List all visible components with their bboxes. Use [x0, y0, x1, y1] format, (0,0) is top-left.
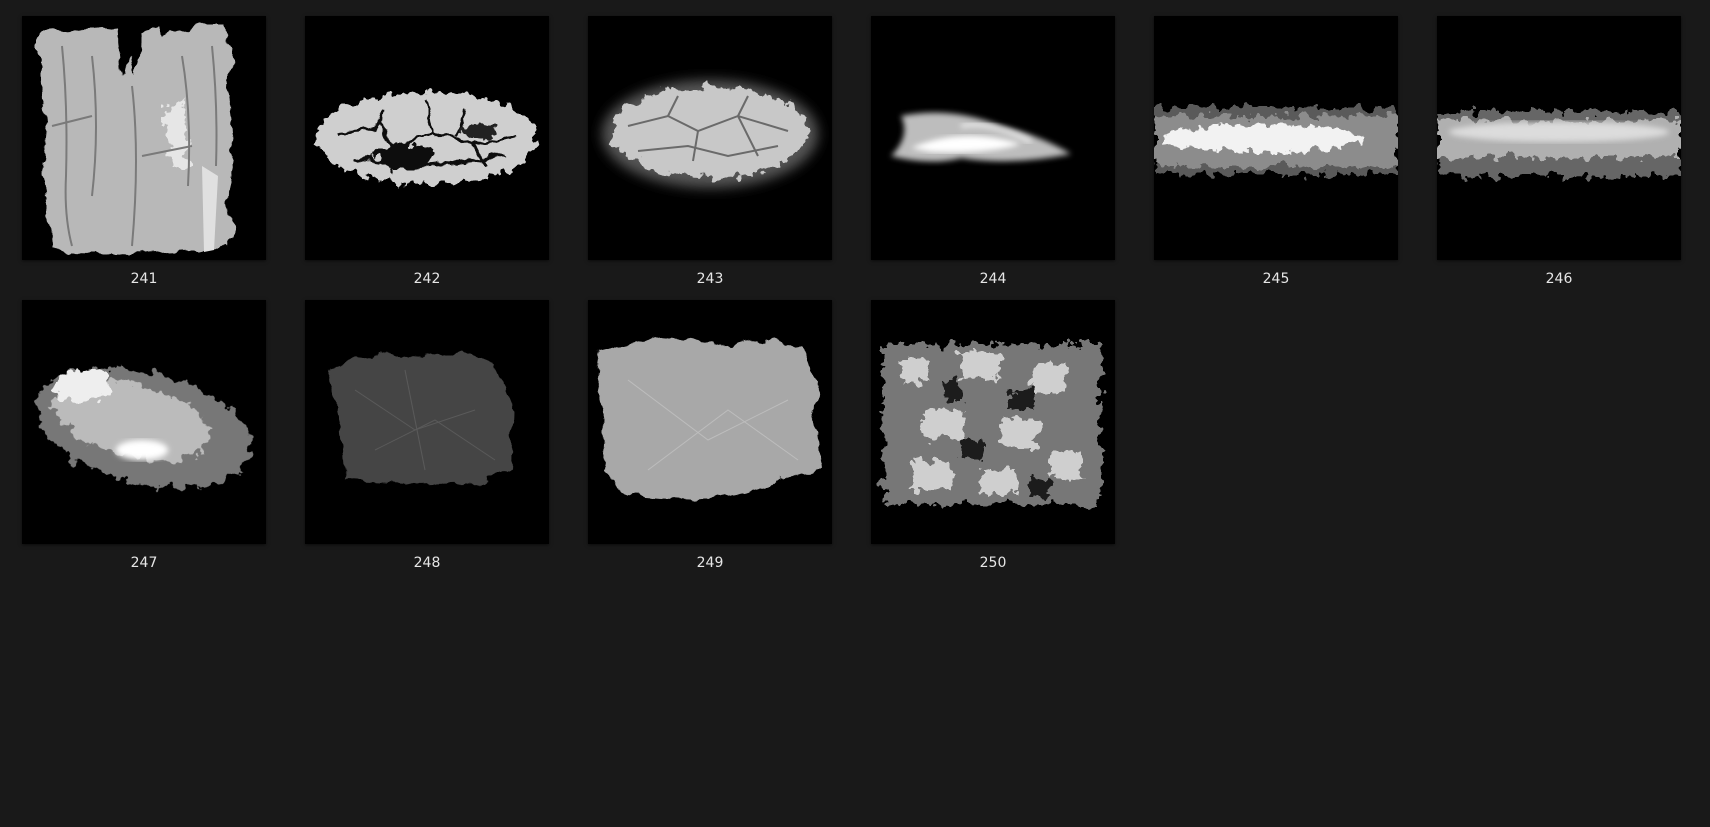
dark-paper-texture [305, 300, 549, 544]
cracked-mud-texture [305, 16, 549, 260]
thumbnail-item[interactable]: 241 [22, 16, 266, 296]
thumbnail-item[interactable]: 242 [305, 16, 549, 296]
thumbnail-item[interactable]: 245 [1154, 16, 1398, 296]
thumbnail-label: 248 [413, 555, 441, 571]
thumbnail-item[interactable]: 247 [22, 300, 266, 580]
thumbnail-item[interactable]: 246 [1437, 16, 1681, 296]
thumbnail-label: 246 [1545, 271, 1573, 287]
light-paper-texture [588, 300, 832, 544]
thumbnail-label: 242 [413, 271, 441, 287]
foam-strip-texture [1437, 16, 1681, 260]
thumbnail-label: 245 [1262, 271, 1290, 287]
thumbnail-label: 243 [696, 271, 724, 287]
smoke-streak-texture [871, 16, 1115, 260]
thumbnail-label: 250 [979, 555, 1007, 571]
thumbnail-label: 241 [130, 271, 158, 287]
thumbnail-label: 247 [130, 555, 158, 571]
grunge-strip-texture [1154, 16, 1398, 260]
thumbnail-item[interactable]: 243 [588, 16, 832, 296]
cloud-burst-texture [22, 300, 266, 544]
torn-bark-texture [22, 16, 266, 260]
cracked-earth-texture [588, 16, 832, 260]
thumbnail-item[interactable]: 248 [305, 300, 549, 580]
thumbnail-label: 249 [696, 555, 724, 571]
thumbnail-item[interactable]: 244 [871, 16, 1115, 296]
thumbnail-item[interactable]: 250 [871, 300, 1115, 580]
thumbnail-label: 244 [979, 271, 1007, 287]
crumpled-foil-texture [871, 300, 1115, 544]
thumbnail-item[interactable]: 249 [588, 300, 832, 580]
